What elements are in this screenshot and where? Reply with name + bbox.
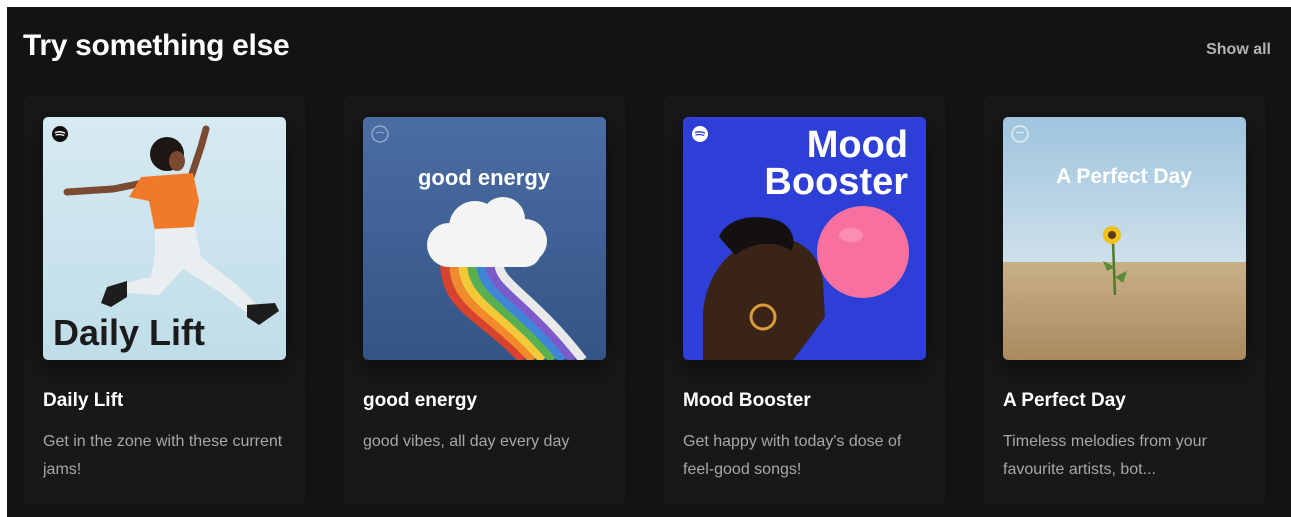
mood-booster-artwork: Mood Booster bbox=[683, 117, 926, 360]
playlist-cover-a-perfect-day[interactable]: A Perfect Day bbox=[1003, 117, 1246, 360]
section-container: Try something else Show all Daily Lift D… bbox=[7, 7, 1291, 517]
good-energy-artwork: good energy bbox=[363, 117, 606, 360]
playlist-card-good-energy[interactable]: good energy good energy good vibes, all … bbox=[344, 96, 625, 505]
playlist-cover-good-energy[interactable]: good energy bbox=[363, 117, 606, 360]
good-energy-cover-text: good energy bbox=[418, 165, 551, 190]
playlist-cards: Daily Lift Daily Lift Get in the zone wi… bbox=[24, 96, 1274, 505]
playlist-title[interactable]: Mood Booster bbox=[683, 390, 811, 412]
a-perfect-day-cover-text: A Perfect Day bbox=[1056, 165, 1192, 188]
playlist-title[interactable]: A Perfect Day bbox=[1003, 390, 1126, 412]
playlist-card-daily-lift[interactable]: Daily Lift Daily Lift Get in the zone wi… bbox=[24, 96, 305, 505]
section-header: Try something else Show all bbox=[23, 25, 1271, 69]
section-title: Try something else bbox=[23, 29, 290, 62]
playlist-card-a-perfect-day[interactable]: A Perfect Day A Perfect Day Timeless mel… bbox=[984, 96, 1265, 505]
playlist-title[interactable]: Daily Lift bbox=[43, 390, 123, 412]
daily-lift-artwork: Daily Lift bbox=[43, 117, 286, 360]
daily-lift-cover-text: Daily Lift bbox=[53, 312, 205, 353]
playlist-cover-mood-booster[interactable]: Mood Booster bbox=[683, 117, 926, 360]
show-all-link[interactable]: Show all bbox=[1206, 41, 1271, 59]
playlist-cover-daily-lift[interactable]: Daily Lift bbox=[43, 117, 286, 360]
playlist-title[interactable]: good energy bbox=[363, 390, 477, 412]
playlist-description: Timeless melodies from your favourite ar… bbox=[1003, 433, 1207, 478]
a-perfect-day-artwork: A Perfect Day bbox=[1003, 117, 1246, 360]
spotify-icon bbox=[52, 126, 68, 142]
spotify-icon bbox=[692, 126, 708, 142]
playlist-card-mood-booster[interactable]: Mood Booster Mood Booster Get happy with… bbox=[664, 96, 945, 505]
mood-booster-cover-text-line2: Booster bbox=[764, 161, 908, 203]
playlist-description: Get in the zone with these current jams! bbox=[43, 433, 283, 478]
mood-booster-cover-text-line1: Mood bbox=[807, 124, 908, 166]
playlist-description: Get happy with today's dose of feel-good… bbox=[683, 433, 902, 478]
playlist-description: good vibes, all day every day bbox=[363, 433, 570, 450]
